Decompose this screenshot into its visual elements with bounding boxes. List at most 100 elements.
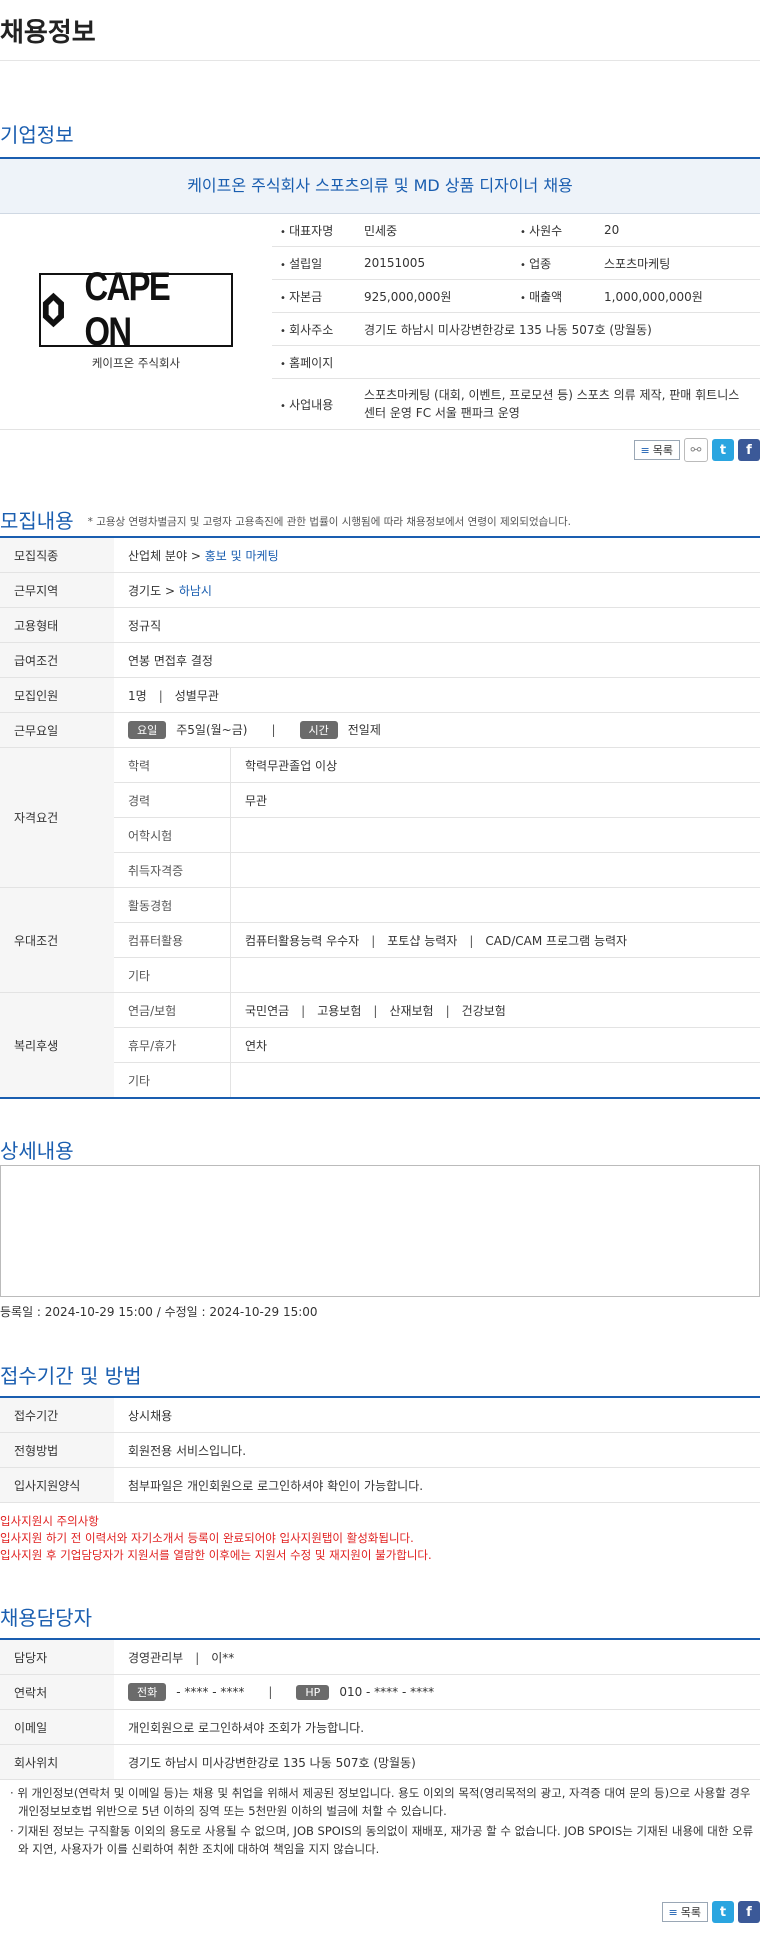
qual-license-label: 취득자격증 [114, 852, 231, 888]
warning-title: 입사지원시 주의사항 [0, 1514, 99, 1528]
apply-section-title: 접수기간 및 방법 [0, 1364, 142, 1388]
welfare-leave-label: 휴무/휴가 [114, 1027, 231, 1063]
bottom-list-button[interactable]: ≡ 목록 [661, 1902, 708, 1922]
industry-value: 스포츠마케팅 [596, 246, 760, 280]
type-value: 정규직 [114, 607, 760, 643]
company-section-title: 기업정보 [0, 123, 74, 147]
days-value: 주5일(월~금) [176, 723, 248, 737]
bottom-list-button-label: 목록 [680, 1906, 701, 1919]
logo-text: CAPE ON [84, 264, 170, 354]
privacy-notice-2-text: 기재된 정보는 구직활동 이외의 용도로 사용될 수 없으며, JOB SPOI… [17, 1824, 754, 1856]
founded-label: 설립일 [272, 246, 356, 280]
link-icon[interactable]: ⚯ [684, 438, 708, 462]
sales-label: 매출액 [512, 279, 596, 313]
sales-value: 1,000,000,000원 [596, 279, 760, 313]
manager-label: 담당자 [0, 1640, 114, 1675]
region-label: 근무지역 [0, 572, 114, 608]
day-badge: 요일 [128, 721, 167, 739]
company-banner: 케이프온 주식회사 스포츠의류 및 MD 상품 디자이너 채용 [0, 159, 760, 214]
qual-language-value [230, 817, 760, 853]
ceo-value: 민세중 [356, 214, 512, 247]
address-label: 회사주소 [272, 312, 356, 346]
pref-activity-value [230, 887, 760, 923]
period-label: 접수기간 [0, 1398, 114, 1433]
recruit-table: 모집직종 산업체 분야 > 홍보 및 마케팅 근무지역 경기도 > 하남시 고용… [0, 538, 760, 1099]
qual-career-label: 경력 [114, 782, 231, 818]
location-value: 경기도 하남시 미사강변한강로 135 나동 507호 (망월동) [114, 1744, 760, 1780]
logo-mark-icon [42, 292, 64, 327]
tel-badge: 전화 [128, 1683, 167, 1701]
email-value: 개인회원으로 로그인하셔야 조회가 가능합니다. [114, 1709, 760, 1745]
welfare-insurance-1: 국민연금 [245, 1003, 290, 1018]
qual-career-value: 무관 [230, 782, 760, 818]
detail-content-box [0, 1165, 760, 1297]
tel-value: - **** - **** [176, 1685, 245, 1699]
period-value: 상시채용 [114, 1398, 760, 1433]
form-label: 입사지원양식 [0, 1467, 114, 1503]
method-value: 회원전용 서비스입니다. [114, 1432, 760, 1468]
page-title: 채용정보 [0, 0, 760, 61]
capital-value: 925,000,000원 [356, 279, 512, 313]
method-label: 전형방법 [0, 1432, 114, 1468]
salary-label: 급여조건 [0, 642, 114, 678]
facebook-icon[interactable]: f [738, 1901, 760, 1923]
pref-etc-label: 기타 [114, 957, 231, 993]
list-button-label: 목록 [652, 444, 673, 457]
twitter-icon[interactable]: t [712, 439, 734, 461]
age-notice: * 고용상 연령차별금지 및 고령자 고용촉진에 관한 법률이 시행됨에 따라 … [87, 516, 571, 528]
company-logo: CAPE ON [39, 265, 233, 354]
qual-education-value: 학력무관졸업 이상 [230, 747, 760, 783]
welfare-insurance-3: 산재보험 [389, 1003, 434, 1018]
type-label: 고용형태 [0, 607, 114, 643]
privacy-notice-1: · 위 개인정보(연락처 및 이메일 등)는 채용 및 취업을 위해서 제공된 … [10, 1786, 751, 1818]
chevron-right-icon: > [164, 583, 176, 598]
twitter-icon[interactable]: t [712, 1901, 734, 1923]
welfare-leave-value: 연차 [230, 1027, 760, 1063]
region-link[interactable]: 하남시 [179, 584, 212, 598]
pref-computer-label: 컴퓨터활용 [114, 922, 231, 958]
apply-table: 접수기간 상시채용 전형방법 회원전용 서비스입니다. 입사지원양식 첨부파일은… [0, 1398, 760, 1503]
job-prefix: 산업체 분야 [128, 548, 188, 563]
company-logo-area: CAPE ON 케이프온 주식회사 [0, 214, 272, 430]
capital-label: 자본금 [272, 279, 356, 313]
privacy-notice-2: · 기재된 정보는 구직활동 이외의 용도로 사용될 수 없으며, JOB SP… [10, 1824, 754, 1856]
contact-table: 담당자 경영관리부 | 이** 연락처 전화 - **** - **** | HP 010 … [0, 1640, 760, 1780]
detail-section-title: 상세내용 [0, 1139, 74, 1163]
business-label: 사업내용 [272, 378, 356, 430]
address-value: 경기도 하남시 미사강변한강로 135 나동 507호 (망월동) [356, 312, 760, 346]
employees-label: 사원수 [512, 214, 596, 247]
qual-education-label: 학력 [114, 747, 231, 783]
headcount-value: 1명 [128, 688, 147, 703]
contact-section-title: 채용담당자 [0, 1606, 92, 1630]
form-value: 첨부파일은 개인회원으로 로그인하셔야 확인이 가능합니다. [114, 1467, 760, 1503]
apply-warnings: 입사지원시 주의사항 입사지원 하기 전 이력서와 자기소개서 등록이 완료되어… [0, 1513, 760, 1564]
list-icon: ≡ [668, 1905, 678, 1919]
pref-computer-value-1: 컴퓨터활용능력 우수자 [245, 933, 360, 948]
pref-label: 우대조건 [0, 887, 114, 993]
region-prefix: 경기도 [128, 583, 162, 598]
hp-value: 010 - **** - **** [339, 1685, 435, 1699]
homepage-value[interactable] [356, 345, 760, 379]
facebook-icon[interactable]: f [738, 439, 760, 461]
recruit-section-title: 모집내용 [0, 509, 74, 533]
welfare-label: 복리후생 [0, 992, 114, 1099]
time-value: 전일제 [347, 723, 381, 737]
business-value: 스포츠마케팅 (대회, 이벤트, 프로모션 등) 스포츠 의류 제작, 판매 휘… [356, 378, 760, 430]
days-label: 근무요일 [0, 712, 114, 748]
bottom-action-bar: ≡ 목록 t f [0, 1900, 760, 1924]
pref-computer-value-2: 포토샵 능력자 [387, 933, 458, 948]
list-icon: ≡ [640, 443, 650, 457]
job-link[interactable]: 홍보 및 마케팅 [205, 549, 279, 563]
job-label: 모집직종 [0, 538, 114, 573]
email-label: 이메일 [0, 1709, 114, 1745]
warning-line-2: 입사지원 후 기업담당자가 지원서를 열람한 이후에는 지원서 수정 및 재지원… [0, 1548, 432, 1562]
welfare-etc-value [230, 1062, 760, 1099]
chevron-right-icon: > [190, 548, 201, 563]
founded-value: 20151005 [356, 246, 512, 280]
pref-computer-value-3: CAD/CAM 프로그램 능력자 [485, 933, 628, 948]
company-action-bar: ≡ 목록 ⚯ t f [0, 438, 760, 462]
pref-activity-label: 활동경험 [114, 887, 231, 923]
hp-badge: HP [296, 1685, 330, 1700]
pref-etc-value [230, 957, 760, 993]
list-button[interactable]: ≡ 목록 [633, 440, 680, 460]
